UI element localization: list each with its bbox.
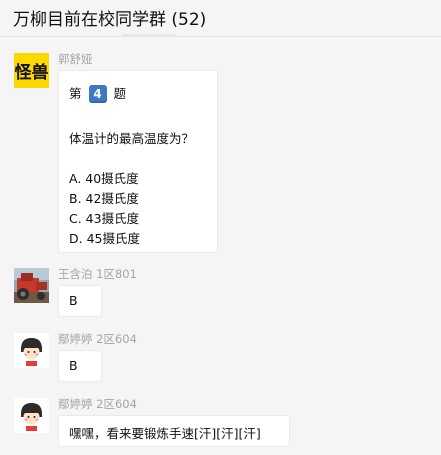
monster-sticker-icon[interactable]: 怪兽 <box>14 53 49 88</box>
quiz-option-a: A. 40摄氏度 <box>69 171 139 186</box>
quiz-option-c: C. 43摄氏度 <box>69 211 140 226</box>
sender-name[interactable]: 王含泊 1区801 <box>58 266 137 282</box>
text-message-bubble[interactable]: B <box>58 285 102 317</box>
cartoon-girl-icon[interactable] <box>14 333 49 368</box>
text-message-bubble[interactable]: B <box>58 350 102 382</box>
tractor-photo-icon[interactable] <box>14 268 49 303</box>
message-text: B <box>69 293 78 308</box>
quiz-suffix: 题 <box>113 86 126 101</box>
message-text: 嘿嘿，看来要锻炼手速[汗][汗][汗] <box>69 426 261 441</box>
message-text: B <box>69 358 78 373</box>
quiz-question: 体温计的最高温度为？ <box>69 131 195 146</box>
group-title[interactable]: 万柳目前在校同学群 (52) <box>13 5 206 30</box>
cartoon-girl-icon[interactable] <box>14 398 49 433</box>
text-message-bubble[interactable]: 嘿嘿，看来要锻炼手速[汗][汗][汗] <box>58 415 290 447</box>
sender-name[interactable]: 郭舒娅 <box>58 51 93 67</box>
quiz-option-b: B. 42摄氏度 <box>69 191 139 206</box>
avatar-sticker-text: 怪兽 <box>15 62 49 83</box>
chat-title-bar: 万柳目前在校同学群 (52) <box>0 0 441 37</box>
quiz-option-d: D. 45摄氏度 <box>69 231 140 246</box>
quiz-number-badge: 4 <box>88 84 107 103</box>
sender-name[interactable]: 鄢婷婷 2区604 <box>58 331 137 347</box>
quiz-message-bubble[interactable]: 第 4 题 体温计的最高温度为？ A. 40摄氏度 B. 42摄氏度 C. 43… <box>58 70 218 253</box>
sender-name[interactable]: 鄢婷婷 2区604 <box>58 396 137 412</box>
title-divider <box>122 34 176 36</box>
quiz-prefix: 第 <box>69 86 82 101</box>
quiz-header: 第 4 题 <box>69 83 126 104</box>
